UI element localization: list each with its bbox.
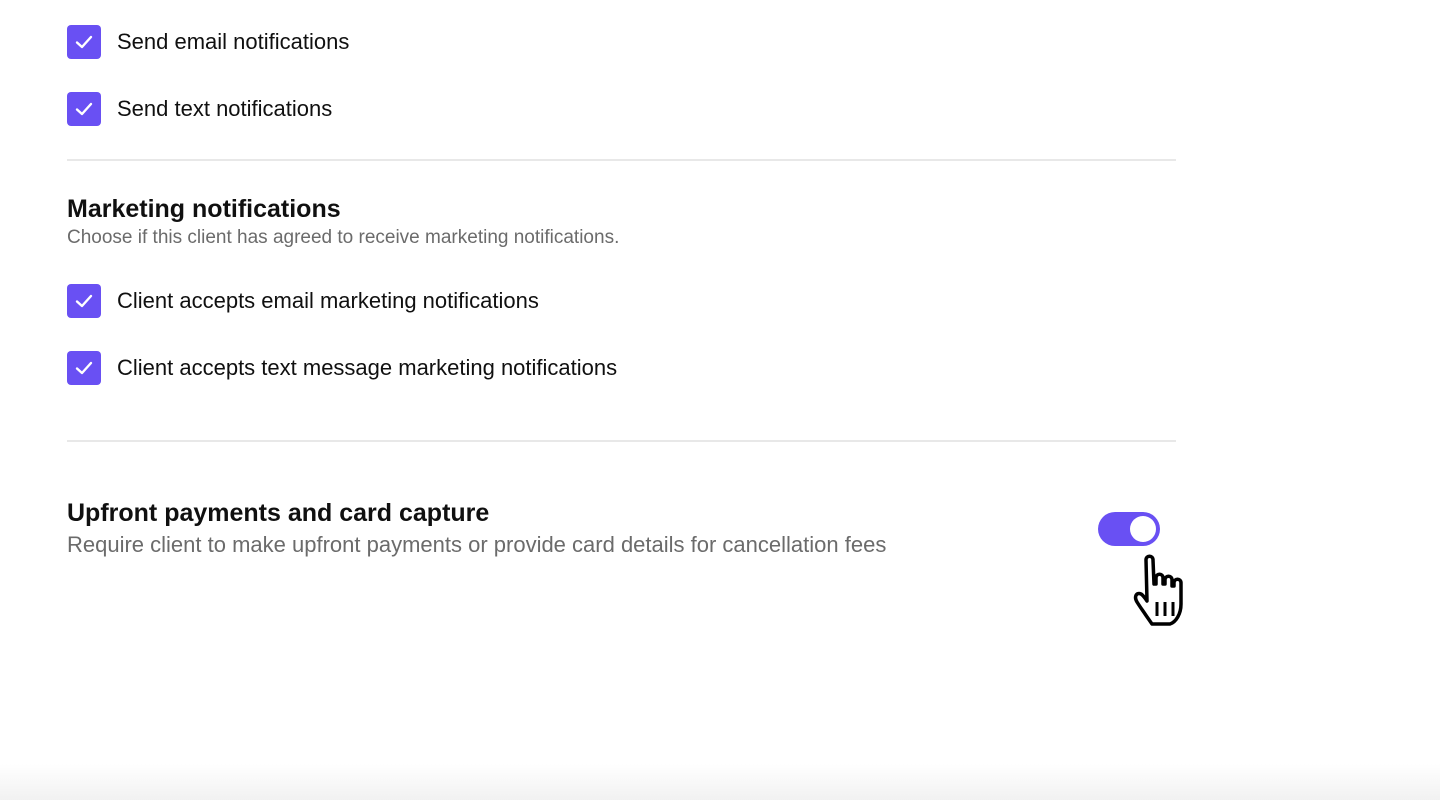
upfront-payments-toggle[interactable] <box>1098 512 1160 546</box>
checkmark-icon <box>75 294 93 308</box>
marketing-section-description: Choose if this client has agreed to rece… <box>67 227 620 248</box>
send-email-notifications-checkbox[interactable] <box>67 25 101 59</box>
checkmark-icon <box>75 361 93 375</box>
upfront-section-description: Require client to make upfront payments … <box>67 532 887 557</box>
section-divider <box>67 440 1176 442</box>
marketing-section-title: Marketing notifications <box>67 195 341 223</box>
checkmark-icon <box>75 35 93 49</box>
section-divider <box>67 159 1176 161</box>
toggle-knob <box>1130 516 1156 542</box>
bottom-footer-shadow <box>0 764 1440 800</box>
marketing-text-checkbox[interactable] <box>67 351 101 385</box>
send-email-notifications-label: Send email notifications <box>117 29 350 54</box>
marketing-text-row[interactable]: Client accepts text message marketing no… <box>67 351 617 385</box>
upfront-section-title: Upfront payments and card capture <box>67 499 490 527</box>
client-settings-page: Send email notifications Send text notif… <box>0 0 1440 800</box>
checkmark-icon <box>75 102 93 116</box>
send-email-notifications-row[interactable]: Send email notifications <box>67 25 349 59</box>
send-text-notifications-label: Send text notifications <box>117 96 333 121</box>
hand-pointer-cursor-icon <box>1133 554 1183 626</box>
send-text-notifications-checkbox[interactable] <box>67 92 101 126</box>
marketing-text-label: Client accepts text message marketing no… <box>117 355 618 380</box>
marketing-email-row[interactable]: Client accepts email marketing notificat… <box>67 284 539 318</box>
marketing-email-checkbox[interactable] <box>67 284 101 318</box>
marketing-email-label: Client accepts email marketing notificat… <box>117 288 539 313</box>
send-text-notifications-row[interactable]: Send text notifications <box>67 92 332 126</box>
